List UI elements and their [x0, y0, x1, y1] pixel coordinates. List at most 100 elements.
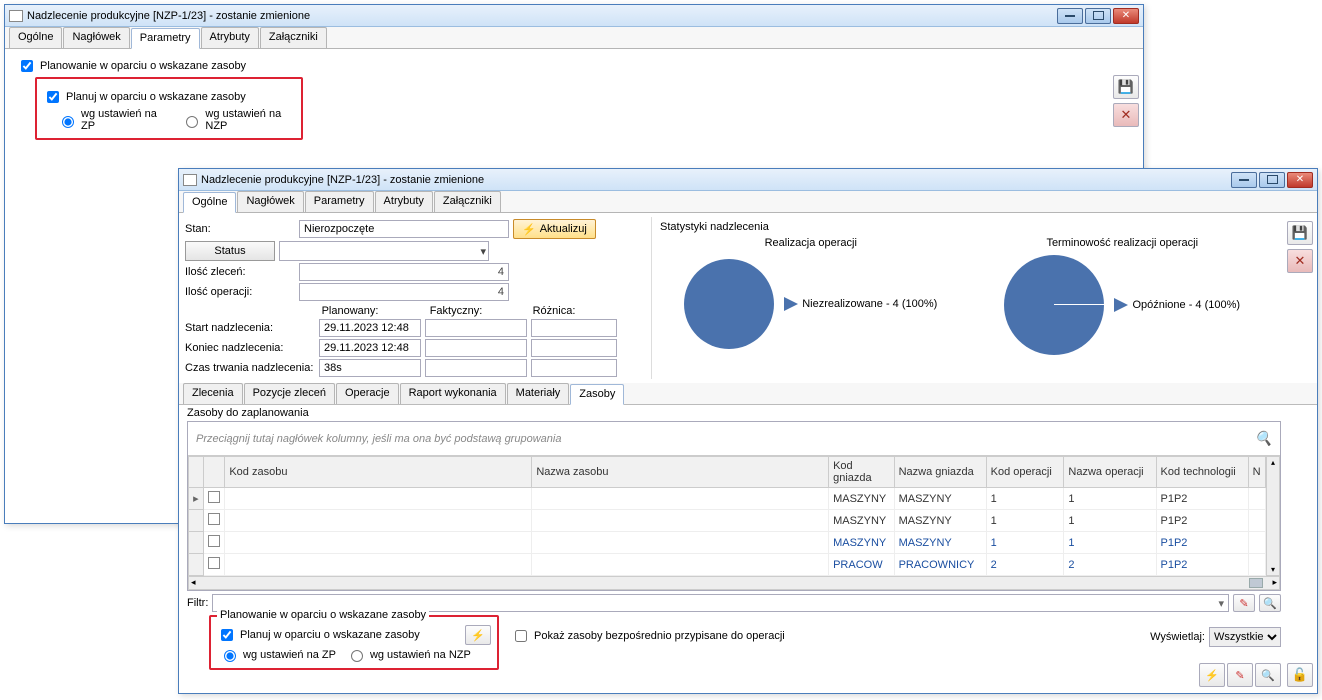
checkbox-plan-wskazane-outer[interactable]: Planowanie w oparciu o wskazane zasoby [17, 57, 1097, 75]
subheader: Zasoby do zaplanowania [179, 405, 1317, 421]
filter-search-button[interactable]: 🔍 [1259, 594, 1281, 612]
maximize-button[interactable] [1259, 172, 1285, 188]
search-icon[interactable]: 🔍 [1255, 430, 1272, 447]
tool-edit-button[interactable]: ✎ [1227, 663, 1253, 687]
close-button[interactable] [1287, 172, 1313, 188]
table-row[interactable]: ▸MASZYNYMASZYNY11P1P2 [189, 488, 1266, 510]
tab-nagłówek[interactable]: Nagłówek [237, 191, 303, 212]
filter-edit-button[interactable]: ✎ [1233, 594, 1255, 612]
legend-opoznione: Opóźnione - 4 (100%) [1132, 299, 1240, 311]
tab-parametry[interactable]: Parametry [131, 28, 200, 49]
tab-zlecenia[interactable]: Zlecenia [183, 383, 243, 404]
chart-title-terminowosc: Terminowość realizacji operacji [972, 237, 1274, 249]
dropdown-wyswietlaj[interactable]: Wszystkie [1209, 627, 1281, 647]
save-button[interactable]: 💾 [1113, 75, 1139, 99]
row-checkbox[interactable] [208, 513, 220, 525]
tab-parametry[interactable]: Parametry [305, 191, 374, 212]
tab-załączniki[interactable]: Załączniki [434, 191, 501, 212]
tab-raport wykonania[interactable]: Raport wykonania [400, 383, 506, 404]
status-button[interactable]: Status [185, 241, 275, 261]
tab-atrybuty[interactable]: Atrybuty [375, 191, 433, 212]
col-header[interactable]: Nazwa zasobu [532, 457, 829, 488]
bottom-toolbar: ⚡ ✎ 🔍 [1199, 663, 1281, 687]
checkbox-label: Planuj w oparciu o wskazane zasoby [240, 629, 420, 641]
col-header[interactable]: Kod technologii [1156, 457, 1248, 488]
radio-label: wg ustawień na ZP [243, 649, 336, 661]
save-button[interactable]: 💾 [1287, 221, 1313, 245]
maximize-button[interactable] [1085, 8, 1111, 24]
field-koniec-fakt [425, 339, 527, 357]
table-row[interactable]: PRACOWPRACOWNICY22P1P2 [189, 554, 1266, 576]
subtab-row: ZleceniaPozycje zleceńOperacjeRaport wyk… [179, 383, 1317, 405]
groupbox-planowanie: Planuj w oparciu o wskazane zasoby wg us… [35, 77, 303, 140]
field-start-fakt [425, 319, 527, 337]
field-stan: Nierozpoczęte [299, 220, 509, 238]
group-hint: Przeciągnij tutaj nagłówek kolumny, jeśl… [196, 433, 561, 445]
tab-załączniki[interactable]: Załączniki [260, 27, 327, 48]
chart-title-realizacja: Realizacja operacji [660, 237, 962, 249]
col-header[interactable]: Nazwa operacji [1064, 457, 1156, 488]
field-start-roz [531, 319, 617, 337]
tab-nagłówek[interactable]: Nagłówek [63, 27, 129, 48]
tab-operacje[interactable]: Operacje [336, 383, 399, 404]
checkbox-label: Pokaż zasoby bezpośrednio przypisane do … [534, 630, 785, 642]
tool-search-button[interactable]: 🔍 [1255, 663, 1281, 687]
titlebar[interactable]: Nadzlecenie produkcyjne [NZP-1/23] - zos… [5, 5, 1143, 27]
status-dropdown[interactable] [279, 241, 489, 261]
field-koniec-plan[interactable]: 29.11.2023 12:48 [319, 339, 421, 357]
label-czas: Czas trwania nadzlecenia: [185, 362, 315, 374]
col-head-roznica: Różnica: [511, 305, 597, 317]
radio-wg-nzp-bottom[interactable]: wg ustawień na NZP [346, 647, 471, 662]
action-lightning-button[interactable]: ⚡ [465, 625, 491, 645]
radio-wg-nzp[interactable]: wg ustawień na NZP [181, 108, 295, 132]
title-text: Nadzlecenie produkcyjne [NZP-1/23] - zos… [201, 174, 1229, 186]
col-header[interactable]: Kod zasobu [225, 457, 532, 488]
radio-label: wg ustawień na NZP [370, 649, 471, 661]
tab-materiały[interactable]: Materiały [507, 383, 570, 404]
radio-wg-zp[interactable]: wg ustawień na ZP [57, 108, 163, 132]
delete-button[interactable]: ✕ [1113, 103, 1139, 127]
label-ilosc-zlecen: Ilość zleceń: [185, 266, 295, 278]
col-header[interactable]: Kod gniazda [829, 457, 894, 488]
tab-row: OgólneNagłówekParametryAtrybutyZałącznik… [5, 27, 1143, 49]
col-header[interactable]: Nazwa gniazda [894, 457, 986, 488]
radio-wg-zp-bottom[interactable]: wg ustawień na ZP [219, 647, 336, 662]
row-checkbox[interactable] [208, 557, 220, 569]
col-header[interactable]: Kod operacji [986, 457, 1064, 488]
lock-button[interactable]: 🔓 [1287, 663, 1313, 687]
tab-zasoby[interactable]: Zasoby [570, 384, 624, 405]
table-row[interactable]: MASZYNYMASZYNY11P1P2 [189, 532, 1266, 554]
titlebar[interactable]: Nadzlecenie produkcyjne [NZP-1/23] - zos… [179, 169, 1317, 191]
row-checkbox[interactable] [208, 535, 220, 547]
scrollbar-vertical[interactable]: ▴▾ [1266, 456, 1280, 576]
tab-pozycje zleceń[interactable]: Pozycje zleceń [244, 383, 335, 404]
col-header[interactable]: N [1248, 457, 1265, 488]
delete-button[interactable]: ✕ [1287, 249, 1313, 273]
table-row[interactable]: MASZYNYMASZYNY11P1P2 [189, 510, 1266, 532]
label-filtr: Filtr: [187, 597, 208, 609]
grid-table: Kod zasobuNazwa zasobuKod gniazdaNazwa g… [188, 456, 1266, 576]
tab-ogólne[interactable]: Ogólne [183, 192, 236, 213]
checkbox-planuj-bottom[interactable]: Planuj w oparciu o wskazane zasoby [217, 626, 461, 644]
field-czas-fakt [425, 359, 527, 377]
groupbox-legend: Planowanie w oparciu o wskazane zasoby [40, 60, 246, 72]
tab-atrybuty[interactable]: Atrybuty [201, 27, 259, 48]
checkbox-pokaz-zasoby[interactable]: Pokaż zasoby bezpośrednio przypisane do … [511, 627, 785, 645]
label-ilosc-operacji: Ilość operacji: [185, 286, 295, 298]
checkbox-planuj[interactable]: Planuj w oparciu o wskazane zasoby [43, 88, 295, 106]
field-start-plan[interactable]: 29.11.2023 12:48 [319, 319, 421, 337]
title-text: Nadzlecenie produkcyjne [NZP-1/23] - zos… [27, 10, 1055, 22]
tab-row: OgólneNagłówekParametryAtrybutyZałącznik… [179, 191, 1317, 213]
legend-swatch-icon [1114, 298, 1128, 312]
row-checkbox[interactable] [208, 491, 220, 503]
tab-ogólne[interactable]: Ogólne [9, 27, 62, 48]
label-wyswietlaj: Wyświetlaj: [1150, 631, 1205, 643]
tool-lightning-button[interactable]: ⚡ [1199, 663, 1225, 687]
label-stan: Stan: [185, 223, 295, 235]
aktualizuj-button[interactable]: ⚡Aktualizuj [513, 219, 596, 239]
scrollbar-horizontal[interactable]: ◂▸ [188, 576, 1280, 590]
minimize-button[interactable] [1231, 172, 1257, 188]
close-button[interactable] [1113, 8, 1139, 24]
stats-panel: Statystyki nadzlecenia Realizacja operac… [651, 217, 1281, 379]
minimize-button[interactable] [1057, 8, 1083, 24]
